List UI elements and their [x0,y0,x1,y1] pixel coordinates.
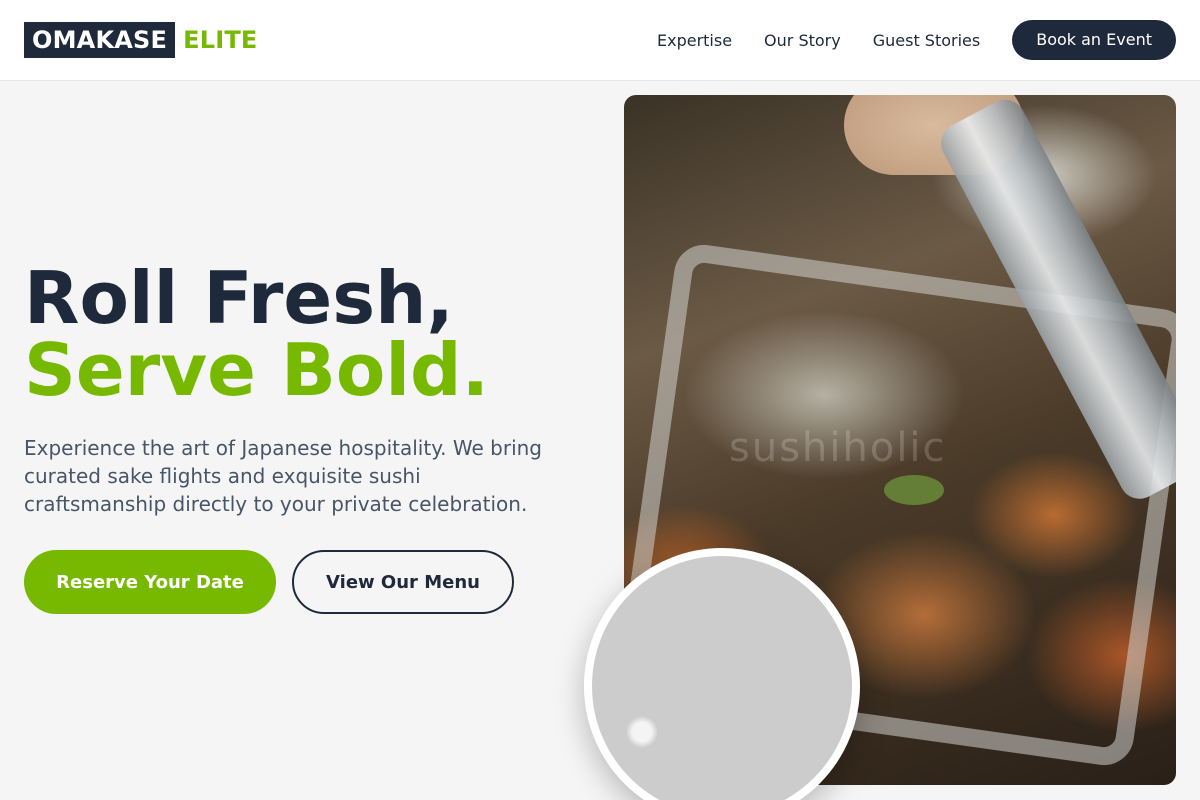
headline-line-1: Roll Fresh, [24,256,454,340]
brand-logo[interactable]: OMAKASE ELITE [24,22,258,58]
logo-wordmark-accent: ELITE [183,26,258,54]
image-watermark: sushiholic [729,425,947,471]
main-nav: Expertise Our Story Guest Stories Book a… [657,20,1176,60]
nav-link-guest-stories[interactable]: Guest Stories [873,31,981,50]
headline-line-2: Serve Bold. [24,328,489,412]
hero-description: Experience the art of Japanese hospitali… [24,436,542,516]
logo-wordmark-box: OMAKASE [24,22,176,58]
nav-link-our-story[interactable]: Our Story [764,31,841,50]
site-header: OMAKASE ELITE Expertise Our Story Guest … [0,0,1200,81]
hero-headline: Roll Fresh, Serve Bold. [24,262,489,406]
view-menu-button[interactable]: View Our Menu [292,550,514,614]
book-event-button[interactable]: Book an Event [1012,20,1176,60]
nav-link-expertise[interactable]: Expertise [657,31,732,50]
reserve-date-button[interactable]: Reserve Your Date [24,550,276,614]
garnish-greens [884,475,944,505]
